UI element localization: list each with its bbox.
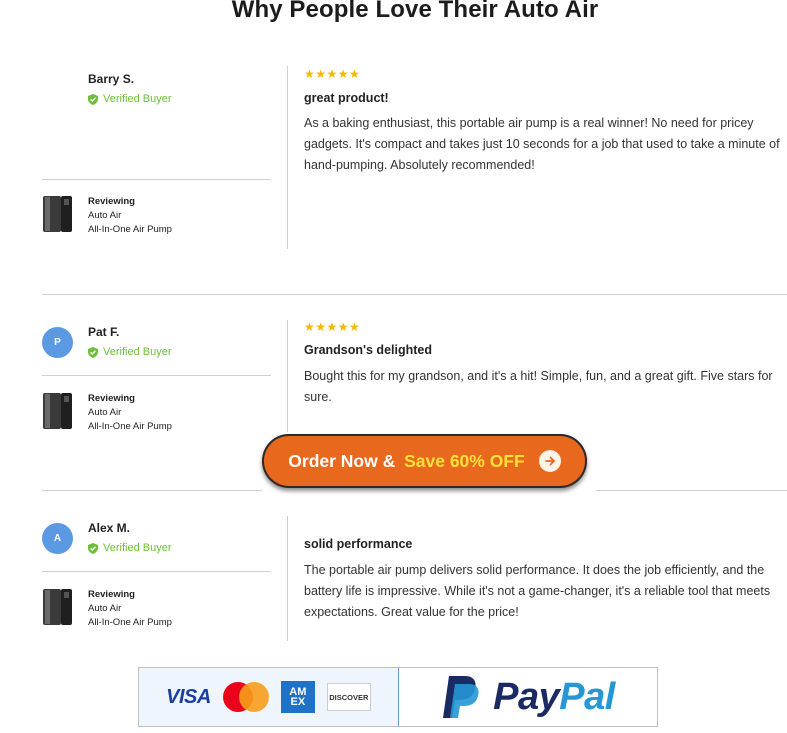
vertical-divider	[287, 66, 288, 249]
vertical-divider	[287, 320, 288, 432]
reviewer-name: Barry S.	[88, 72, 135, 86]
page-title: Why People Love Their Auto Air	[231, 0, 599, 23]
verified-badge: Verified Buyer	[88, 346, 171, 358]
paypal-wordmark: PayPal	[493, 676, 615, 719]
review-separator	[42, 294, 787, 295]
reviewing-info: Reviewing Auto Air All-In-One Air Pump	[88, 392, 172, 434]
review-body: Bought this for my grandson, and it's a …	[304, 369, 773, 404]
air-pump-product-image	[43, 393, 72, 429]
shield-check-icon	[88, 346, 98, 358]
avatar: P	[42, 327, 73, 358]
divider	[42, 571, 271, 572]
review-title: great product!	[304, 91, 389, 105]
product-subtitle: All-In-One Air Pump	[88, 617, 172, 628]
cta-backdrop	[262, 488, 596, 494]
reviewer-name: Pat F.	[88, 325, 120, 339]
cta-label: Order Now &	[288, 450, 401, 471]
shield-check-icon	[88, 93, 98, 105]
product-name: Auto Air	[88, 603, 122, 614]
shield-check-icon	[88, 542, 98, 554]
star-rating: ★★★★★	[304, 67, 361, 81]
arrow-right-icon	[538, 450, 561, 472]
verified-label: Verified Buyer	[103, 346, 172, 358]
reviewer-name: Alex M.	[88, 521, 131, 535]
review-body: As a baking enthusiast, this portable ai…	[304, 116, 780, 172]
air-pump-product-image	[43, 589, 72, 625]
paypal-badge: PayPal	[399, 668, 657, 726]
divider	[42, 375, 271, 376]
cta-discount-label: Save 60% OFF	[404, 450, 525, 471]
visa-logo: VISA	[166, 685, 211, 708]
mastercard-logo	[222, 682, 269, 712]
review-body: The portable air pump delivers solid per…	[304, 563, 771, 619]
review-card: Barry S. Verified Buyer Reviewing Auto A…	[42, 66, 787, 251]
discover-logo: DISCOVER	[326, 683, 371, 711]
payment-methods: VISA AM EX DISCOVER PayPal	[138, 667, 658, 727]
star-rating: ★★★★★	[304, 320, 361, 334]
verified-label: Verified Buyer	[103, 542, 172, 554]
air-pump-product-image	[43, 196, 72, 232]
verified-badge: Verified Buyer	[88, 542, 171, 554]
verified-label: Verified Buyer	[103, 93, 172, 105]
product-subtitle: All-In-One Air Pump	[88, 421, 172, 432]
review-card: A Alex M. Verified Buyer Reviewing Auto …	[42, 516, 787, 644]
reviewing-label: Reviewing	[88, 196, 135, 207]
product-name: Auto Air	[88, 407, 122, 418]
product-name: Auto Air	[88, 210, 122, 221]
reviewing-label: Reviewing	[88, 589, 135, 600]
paypal-word-part2: Pal	[559, 675, 615, 718]
card-logos: VISA AM EX DISCOVER	[139, 668, 399, 726]
reviewing-info: Reviewing Auto Air All-In-One Air Pump	[88, 588, 172, 630]
avatar: A	[42, 523, 73, 554]
review-card: P Pat F. Verified Buyer Reviewing Auto A…	[42, 320, 787, 445]
divider	[42, 179, 271, 180]
verified-badge: Verified Buyer	[88, 93, 171, 105]
product-subtitle: All-In-One Air Pump	[88, 224, 172, 235]
order-now-button[interactable]: Order Now & Save 60% OFF	[262, 434, 587, 488]
amex-line2: EX	[290, 696, 306, 708]
paypal-word-part1: Pay	[493, 675, 560, 718]
review-title: solid performance	[304, 537, 413, 551]
amex-logo: AM EX	[280, 681, 315, 713]
vertical-divider	[287, 516, 288, 641]
review-title: Grandson's delighted	[304, 343, 432, 357]
paypal-icon	[443, 676, 479, 718]
reviewing-info: Reviewing Auto Air All-In-One Air Pump	[88, 195, 172, 237]
reviewing-label: Reviewing	[88, 393, 135, 404]
